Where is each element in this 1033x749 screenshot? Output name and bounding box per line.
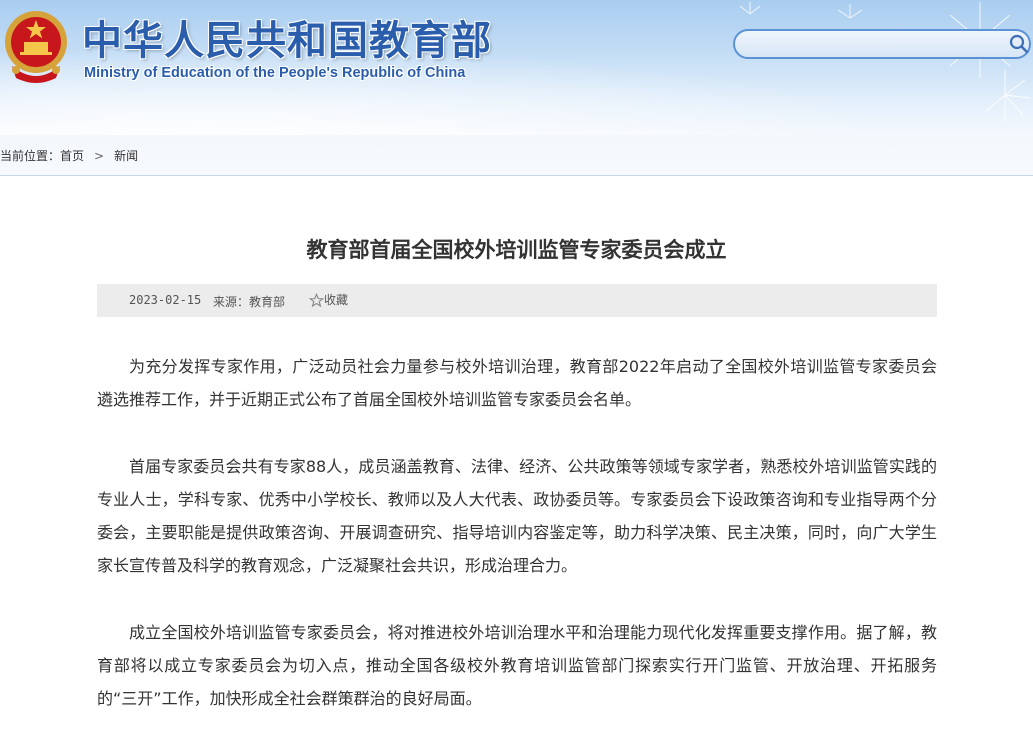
article-paragraph: 为充分发挥专家作用，广泛动员社会力量参与校外培训治理，教育部2022年启动了全国… (97, 357, 937, 409)
article-content: 为充分发挥专家作用，广泛动员社会力量参与校外培训治理，教育部2022年启动了全国… (97, 350, 937, 749)
article-paragraph: 首届专家委员会共有专家88人，成员涵盖教育、法律、经济、公共政策等领域专家学者，… (97, 457, 937, 575)
search-input[interactable] (749, 35, 1003, 55)
favorite-button[interactable]: 收藏 (308, 291, 349, 308)
national-emblem-icon (5, 11, 67, 83)
star-icon (308, 292, 325, 308)
breadcrumb: 当前位置：首页 > 新闻 (0, 147, 138, 164)
breadcrumb-item-news[interactable]: 新闻 (114, 149, 138, 163)
article-paragraph: 成立全国校外培训监管专家委员会，将对推进校外培训治理水平和治理能力现代化发挥重要… (97, 623, 937, 708)
search-box[interactable] (733, 29, 1031, 59)
site-header: 中华人民共和国教育部 Ministry of Education of the … (0, 0, 1033, 135)
search-icon[interactable] (1008, 33, 1030, 55)
dandelion-decoration (943, 2, 1031, 122)
breadcrumb-item-home[interactable]: 首页 (60, 149, 84, 163)
article-source: 来源：教育部 (213, 295, 286, 309)
site-subtitle: Ministry of Education of the People's Re… (84, 65, 466, 81)
dandelion-decoration (739, 2, 863, 19)
site-title: 中华人民共和国教育部 (82, 18, 492, 64)
breadcrumb-bar: 当前位置：首页 > 新闻 (0, 135, 1033, 176)
breadcrumb-separator: > (94, 148, 105, 163)
article-date: 2023-02-15 (129, 293, 202, 307)
article-meta-bar: 2023-02-15 来源：教育部 收藏 (97, 284, 937, 317)
favorite-label: 收藏 (324, 293, 349, 307)
breadcrumb-prefix: 当前位置： (0, 149, 61, 163)
article-title: 教育部首届全国校外培训监管专家委员会成立 (306, 238, 727, 262)
